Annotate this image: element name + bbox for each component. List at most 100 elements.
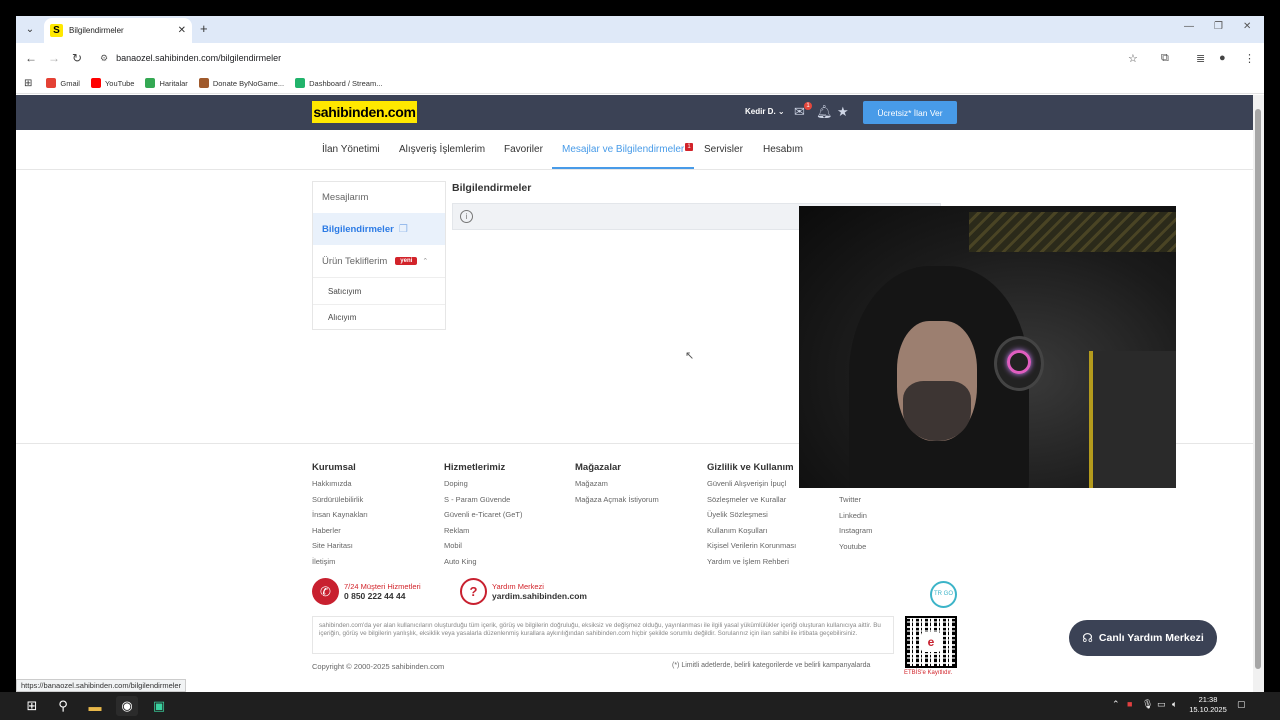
site-info-icon[interactable]: ⚙ bbox=[100, 53, 108, 64]
sidebar-item-label: Alıcıyım bbox=[328, 313, 357, 322]
sidebar-item-messages[interactable]: Mesajlarım bbox=[313, 182, 445, 212]
mouse-cursor-icon: ↖ bbox=[685, 350, 695, 362]
bookmark-donate[interactable]: Donate ByNoGame... bbox=[198, 78, 284, 88]
footer-link[interactable]: Mobil bbox=[444, 541, 523, 557]
close-tab-icon[interactable]: ✕ bbox=[178, 25, 186, 36]
network-icon[interactable]: ▭ bbox=[1157, 699, 1166, 710]
chrome-icon[interactable]: ◉ bbox=[116, 696, 138, 716]
tray-app-icon[interactable]: ■ bbox=[1127, 699, 1132, 709]
star-icon[interactable]: ★ bbox=[837, 104, 849, 120]
system-clock[interactable]: 21:38 15.10.2025 bbox=[1186, 695, 1230, 715]
etbis-qr-code[interactable]: e bbox=[905, 616, 957, 668]
menu-icon[interactable]: ⋮ bbox=[1244, 52, 1255, 65]
copyright-text: Copyright © 2000-2025 sahibinden.com bbox=[312, 662, 445, 671]
nav-alisveris[interactable]: Alışveriş İşlemlerim bbox=[399, 144, 485, 155]
user-menu[interactable]: Kedir D. ⌄ bbox=[745, 107, 785, 116]
footer-link[interactable]: Güvenli Alışverişin İpuçl bbox=[707, 479, 796, 495]
tray-chevron-up-icon[interactable]: ⌃ bbox=[1112, 699, 1120, 710]
post-ad-button[interactable]: Ücretsiz* İlan Ver bbox=[863, 101, 957, 124]
maps-icon bbox=[145, 78, 156, 88]
sidebar-item-notifications[interactable]: Bilgilendirmeler ❐ bbox=[313, 213, 445, 245]
footer-link-youtube[interactable]: Youtube bbox=[839, 542, 872, 558]
footer-link[interactable]: İnsan Kaynakları bbox=[312, 510, 368, 526]
notifications-icon[interactable]: ▢ bbox=[1237, 699, 1246, 710]
tab-search-icon[interactable]: ⌄ bbox=[22, 21, 38, 37]
support-phone: 0 850 222 44 44 bbox=[344, 591, 406, 601]
footer-link[interactable]: Mağaza Açmak İstiyorum bbox=[575, 495, 659, 511]
bookmark-star-icon[interactable]: ☆ bbox=[1128, 52, 1138, 65]
nav-ilan-yonetimi[interactable]: İlan Yönetimi bbox=[322, 144, 380, 155]
footer-link[interactable]: Üyelik Sözleşmesi bbox=[707, 510, 796, 526]
footer-heading: Gizlilik ve Kullanım bbox=[707, 462, 794, 473]
live-help-button[interactable]: ☊ Canlı Yardım Merkezi bbox=[1069, 620, 1217, 656]
bookmark-gmail[interactable]: Gmail bbox=[46, 78, 80, 88]
sidebar-item-offers[interactable]: Ürün Tekliflerim yeni ⌃ bbox=[313, 245, 445, 277]
nav-favoriler[interactable]: Favoriler bbox=[504, 144, 543, 155]
minimize-icon[interactable]: — bbox=[1184, 21, 1194, 32]
footer-link-linkedin[interactable]: Linkedin bbox=[839, 511, 872, 527]
profile-avatar-icon[interactable]: ● bbox=[1219, 52, 1226, 64]
microphone-icon[interactable]: 🎙︎ bbox=[1142, 699, 1153, 710]
footer-link[interactable]: Sürdürülebilirlik bbox=[312, 495, 368, 511]
forward-icon[interactable]: → bbox=[48, 51, 60, 65]
bookmark-label: Gmail bbox=[60, 78, 80, 88]
footer-link[interactable]: Hakkımızda bbox=[312, 479, 368, 495]
footer-heading: Mağazalar bbox=[575, 462, 621, 473]
footer-link[interactable]: Haberler bbox=[312, 526, 368, 542]
scroll-thumb[interactable] bbox=[1255, 109, 1261, 669]
reading-list-icon[interactable]: ≣ bbox=[1196, 52, 1205, 65]
footer-link[interactable]: İletişim bbox=[312, 557, 368, 573]
footer-link[interactable]: Sözleşmeler ve Kurallar bbox=[707, 495, 796, 511]
browser-tab[interactable]: S Bilgilendirmeler ✕ bbox=[44, 18, 192, 43]
new-tab-button[interactable]: + bbox=[200, 21, 208, 36]
footer-link-twitter[interactable]: Twitter bbox=[839, 495, 872, 511]
reload-icon[interactable]: ↻ bbox=[72, 51, 82, 65]
app-icon[interactable]: ▣ bbox=[148, 696, 170, 716]
bookmark-dashboard[interactable]: Dashboard / Stream... bbox=[295, 78, 382, 88]
site-logo[interactable]: sahibinden.com bbox=[312, 101, 417, 123]
footer-link[interactable]: Doping bbox=[444, 479, 523, 495]
footer-link[interactable]: Site Haritası bbox=[312, 541, 368, 557]
file-explorer-icon[interactable]: ▬ bbox=[84, 696, 106, 716]
webcam-beard bbox=[903, 381, 971, 441]
bookmark-maps[interactable]: Haritalar bbox=[145, 78, 188, 88]
help-center-contact[interactable]: ? Yardım Merkezi yardim.sahibinden.com bbox=[460, 578, 587, 605]
address-bar[interactable]: ⚙ banaozel.sahibinden.com/bilgilendirmel… bbox=[96, 47, 1151, 69]
sidebar-item-label: Bilgilendirmeler bbox=[322, 223, 394, 235]
page-scrollbar[interactable] bbox=[1253, 95, 1264, 692]
extensions-icon[interactable]: ⧉ bbox=[1161, 52, 1169, 65]
tab-strip: ⌄ S Bilgilendirmeler ✕ + — ❐ ✕ bbox=[16, 16, 1264, 43]
footer-link-instagram[interactable]: Instagram bbox=[839, 526, 872, 542]
footer-link[interactable]: S - Param Güvende bbox=[444, 495, 523, 511]
support-contact[interactable]: ✆ 7/24 Müşteri Hizmetleri 0 850 222 44 4… bbox=[312, 578, 421, 605]
footer-heading: Kurumsal bbox=[312, 462, 356, 473]
bookmark-youtube[interactable]: YouTube bbox=[90, 78, 134, 88]
notification-icon: ❐ bbox=[398, 223, 408, 235]
help-site: yardim.sahibinden.com bbox=[492, 591, 587, 601]
sidebar-item-label: Satıcıyım bbox=[328, 286, 362, 296]
phone-icon: ✆ bbox=[312, 578, 339, 605]
sidebar-item-label: Mesajlarım bbox=[322, 191, 369, 203]
footer-link[interactable]: Güvenli e-Ticaret (GeT) bbox=[444, 510, 523, 526]
volume-icon[interactable]: 🔈︎ bbox=[1172, 699, 1177, 710]
bell-icon[interactable]: 🔔︎ bbox=[816, 104, 833, 120]
maximize-icon[interactable]: ❐ bbox=[1214, 21, 1223, 32]
close-window-icon[interactable]: ✕ bbox=[1243, 21, 1251, 32]
sidebar-item-buyer[interactable]: Alıcıyım bbox=[313, 304, 445, 330]
footer-link[interactable]: Reklam bbox=[444, 526, 523, 542]
sidebar-item-seller[interactable]: Satıcıyım bbox=[313, 277, 445, 304]
footer-link[interactable]: Mağazam bbox=[575, 479, 659, 495]
nav-servisler[interactable]: Servisler bbox=[704, 144, 743, 155]
clock-time: 21:38 bbox=[1198, 695, 1218, 704]
footer-link[interactable]: Auto King bbox=[444, 557, 523, 573]
apps-icon[interactable]: ⊞ bbox=[24, 78, 32, 89]
footer-link[interactable]: Kişisel Verilerin Korunması bbox=[707, 541, 796, 557]
footer-link[interactable]: Kullanım Koşulları bbox=[707, 526, 796, 542]
windows-start-icon[interactable]: ⊞ bbox=[21, 696, 43, 716]
search-icon[interactable]: ⚲ bbox=[52, 696, 74, 716]
footer-link[interactable]: Yardım ve İşlem Rehberi bbox=[707, 557, 796, 573]
nav-mesajlar[interactable]: Mesajlar ve Bilgilendirmeler bbox=[562, 144, 684, 155]
back-icon[interactable]: ← bbox=[25, 51, 37, 65]
trgo-badge[interactable]: TR GO bbox=[930, 581, 957, 608]
nav-hesabim[interactable]: Hesabım bbox=[763, 144, 803, 155]
